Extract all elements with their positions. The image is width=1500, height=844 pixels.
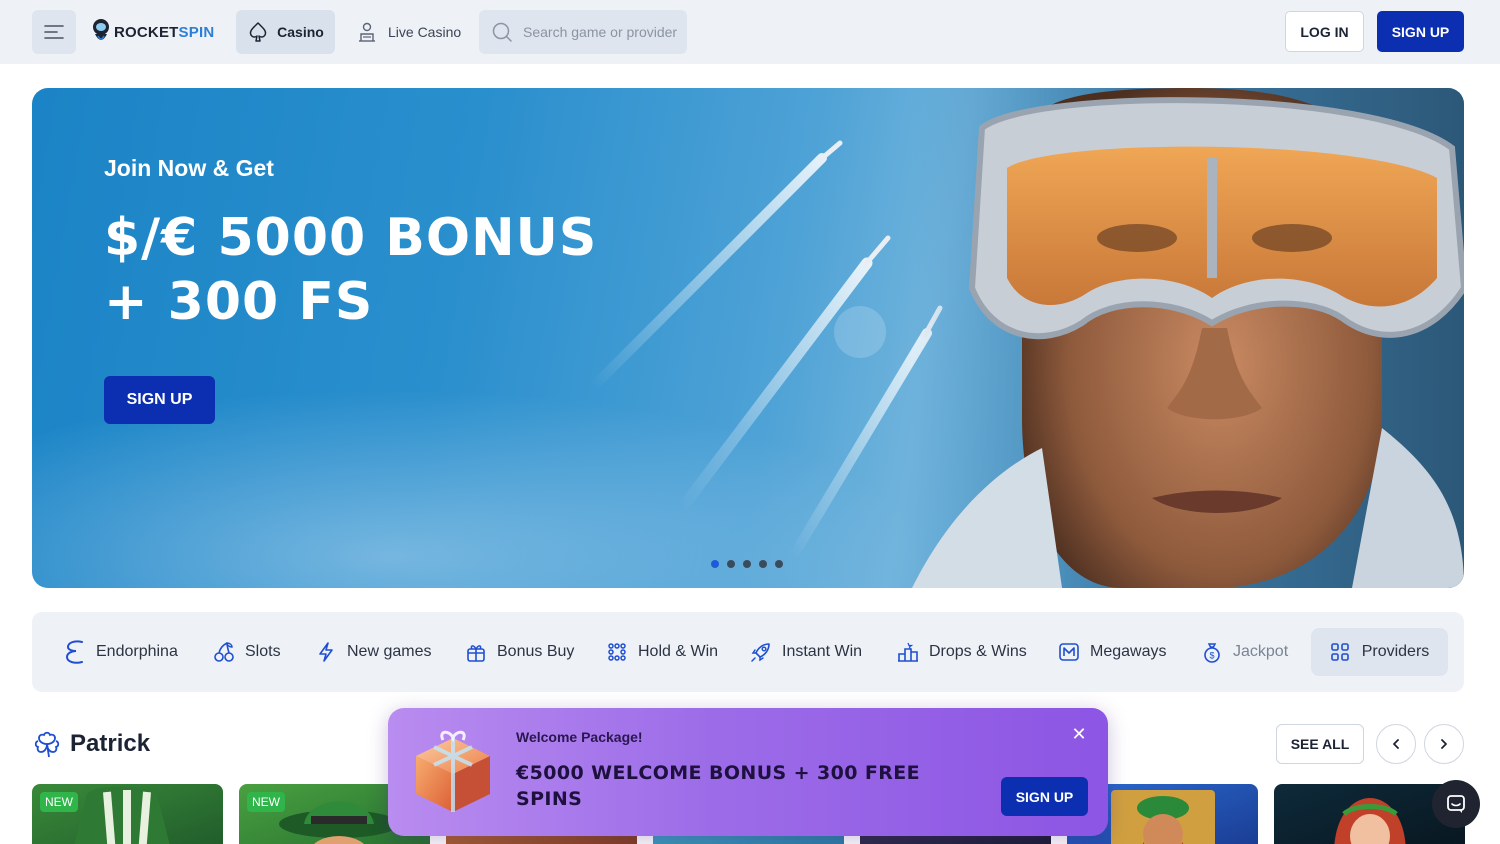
category-label: Endorphina	[96, 643, 178, 660]
money-bag-icon: $	[1204, 643, 1220, 663]
dots-grid-icon	[608, 643, 626, 661]
category-label: Bonus Buy	[497, 643, 575, 660]
grid-icon	[1330, 643, 1349, 661]
search-icon	[492, 22, 512, 42]
new-badge: NEW	[247, 792, 285, 812]
megaways-icon	[1059, 643, 1079, 661]
hero-signup-button[interactable]: SIGN UP	[104, 376, 215, 424]
carousel-dot-3[interactable]	[743, 560, 751, 568]
rocketspin-logo[interactable]: ROCKETSPIN	[92, 17, 214, 47]
category-hold-and-win[interactable]: Hold & Win	[606, 628, 718, 676]
carousel-dot-4[interactable]	[759, 560, 767, 568]
category-label: Instant Win	[782, 643, 863, 660]
podium-icon	[898, 642, 918, 662]
nav-casino[interactable]: Casino	[236, 10, 335, 54]
endorphina-icon	[65, 640, 83, 664]
category-bonus-buy[interactable]: Bonus Buy	[465, 628, 574, 676]
chevron-right-icon	[1441, 739, 1447, 749]
carousel-dot-5[interactable]	[775, 560, 783, 568]
logo-text: ROCKETSPIN	[114, 23, 215, 41]
category-label: Hold & Win	[638, 643, 719, 660]
cherries-icon	[214, 642, 234, 662]
providers-label: Providers	[1361, 643, 1430, 660]
category-instant-win[interactable]: Instant Win	[750, 628, 862, 676]
lightning-icon	[319, 642, 333, 662]
category-label: Slots	[245, 643, 281, 660]
category-bar: Endorphina Slots New games Bonus Buy Hol…	[32, 612, 1464, 692]
providers-button[interactable]: Providers	[1311, 628, 1448, 676]
category-label: New games	[347, 643, 432, 660]
dealer-icon	[359, 22, 375, 42]
spade-icon	[249, 22, 267, 42]
hero-subtitle: Join Now & Get	[104, 155, 274, 181]
hero-banner[interactable]: Join Now & Get $/€ 5000 BONUS + 300 FS S…	[32, 88, 1464, 588]
svg-text:$: $	[1209, 651, 1214, 661]
search-box[interactable]	[479, 10, 687, 54]
category-slots[interactable]: Slots	[213, 628, 281, 676]
game-tile[interactable]: NEW	[32, 784, 223, 844]
category-jackpot[interactable]: $ Jackpot	[1201, 628, 1288, 676]
search-input[interactable]	[523, 24, 683, 40]
nav-casino-label: Casino	[277, 24, 324, 40]
see-all-button[interactable]: SEE ALL	[1276, 724, 1364, 764]
category-label: Drops & Wins	[929, 643, 1027, 660]
close-icon[interactable]: ✕	[1070, 724, 1088, 744]
carousel-dot-1[interactable]	[711, 560, 719, 568]
category-label: Megaways	[1090, 643, 1167, 660]
category-new-games[interactable]: New games	[315, 628, 431, 676]
category-endorphina[interactable]: Endorphina	[64, 628, 178, 676]
pilot-illustration	[912, 88, 1464, 588]
menu-button[interactable]	[32, 10, 76, 54]
category-megaways[interactable]: Megaways	[1058, 628, 1166, 676]
carousel-dots	[711, 560, 783, 568]
chevron-left-icon	[1393, 739, 1399, 749]
signup-button-header[interactable]: SIGN UP	[1377, 11, 1464, 52]
welcome-popup: Welcome Package! €5000 WELCOME BONUS + 3…	[388, 708, 1108, 836]
scroll-right-button[interactable]	[1424, 724, 1464, 764]
popup-title: €5000 WELCOME BONUS + 300 FREE SPINS	[516, 762, 920, 810]
category-drops-and-wins[interactable]: Drops & Wins	[897, 628, 1027, 676]
popup-label: Welcome Package!	[516, 729, 643, 745]
chat-button[interactable]	[1432, 780, 1480, 828]
chat-icon	[1447, 795, 1465, 813]
rocket-icon	[751, 643, 770, 662]
gift-box-icon	[416, 730, 490, 812]
gift-icon	[467, 645, 485, 662]
login-button[interactable]: LOG IN	[1285, 11, 1364, 52]
clover-icon	[34, 731, 60, 758]
nav-live-casino-label: Live Casino	[388, 24, 462, 40]
new-badge: NEW	[40, 792, 78, 812]
hamburger-icon	[44, 25, 64, 39]
carousel-dot-2[interactable]	[727, 560, 735, 568]
astronaut-logo-icon	[93, 19, 109, 40]
top-header: ROCKETSPIN Casino Live Casino LOG IN SIG…	[0, 0, 1500, 64]
scroll-left-button[interactable]	[1376, 724, 1416, 764]
section-title: Patrick	[32, 726, 150, 762]
hero-title-line-1: $/€ 5000 BONUS	[104, 208, 598, 268]
section-title-text: Patrick	[70, 730, 151, 757]
hero-title: $/€ 5000 BONUS + 300 FS	[104, 206, 597, 334]
hero-title-line-2: + 300 FS	[104, 272, 374, 332]
category-label: Jackpot	[1233, 643, 1289, 660]
popup-signup-button[interactable]: SIGN UP	[1001, 777, 1088, 816]
nav-live-casino[interactable]: Live Casino	[356, 10, 461, 54]
